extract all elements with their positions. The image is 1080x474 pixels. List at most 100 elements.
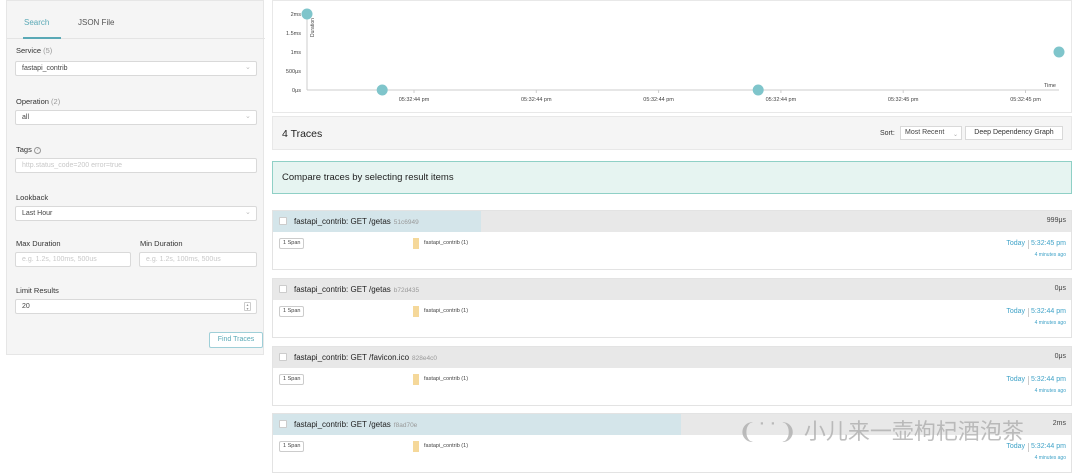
trace-item[interactable]: fastapi_contrib: GET /getas 51c6949 999μs 1…	[272, 210, 1072, 270]
trace-duration: 0μs	[1054, 285, 1066, 292]
max-duration-input[interactable]: e.g. 1.2s, 100ms, 500us	[15, 252, 131, 267]
trace-id: 51c6949	[393, 219, 419, 226]
question-circle-icon[interactable]: ?	[33, 146, 41, 154]
trace-relative-time: 4 minutes ago	[1034, 252, 1066, 258]
data-point	[301, 8, 313, 20]
trace-start-time: 5:32:45 pm	[1030, 240, 1066, 247]
trace-title[interactable]: fastapi_contrib: GET /getas b72d435	[294, 285, 419, 294]
service-tag: fastapi_contrib (1)	[413, 441, 468, 452]
data-point	[1053, 46, 1065, 58]
chevron-down-icon: ⌄	[952, 132, 958, 138]
watermark: ❨˙˙❩ 小儿来一壶枸杞酒泡茶	[738, 420, 1024, 445]
tags-label: Tags ?	[16, 145, 41, 154]
trace-name: fastapi_contrib: GET /favicon.ico	[294, 353, 410, 362]
service-tag: fastapi_contrib (1)	[413, 374, 468, 385]
divider	[1028, 376, 1029, 385]
lookback-select[interactable]: Last Hour ⌄	[15, 206, 257, 221]
chevron-down-icon: ⌄	[245, 64, 251, 71]
sort-select[interactable]: Most Recent ⌄	[900, 126, 962, 140]
trace-count: 4 Traces	[282, 128, 323, 140]
trace-start-time: 5:32:44 pm	[1030, 308, 1066, 315]
trace-relative-time: 4 minutes ago	[1034, 388, 1066, 394]
trace-relative-time: 4 minutes ago	[1034, 455, 1066, 461]
y-axis-label: Duration	[310, 18, 316, 37]
y-tick-label: 1.5ms	[286, 31, 301, 37]
trace-duration: 999μs	[1046, 217, 1066, 224]
trace-select-checkbox[interactable]	[279, 217, 287, 225]
trace-duration: 2ms	[1052, 420, 1066, 427]
tab-json-file[interactable]: JSON File	[78, 18, 114, 27]
tags-input[interactable]: http.status_code=200 error=true	[15, 158, 257, 173]
trace-item[interactable]: fastapi_contrib: GET /favicon.ico 828e4c0…	[272, 346, 1072, 406]
x-tick-label: 05:32:45 pm	[1010, 97, 1041, 103]
operation-select[interactable]: all ⌄	[15, 110, 257, 125]
trace-select-checkbox[interactable]	[279, 285, 287, 293]
trace-start-time: 5:32:44 pm	[1030, 376, 1066, 383]
trace-title[interactable]: fastapi_contrib: GET /getas 51c6949	[294, 217, 419, 226]
service-select[interactable]: fastapi_contrib ⌄	[15, 61, 257, 76]
lookback-label: Lookback	[16, 193, 49, 202]
trace-item-header[interactable]: fastapi_contrib: GET /getas 51c6949 999μs	[273, 211, 1071, 232]
x-tick-label: 05:32:45 pm	[888, 97, 919, 103]
trace-title[interactable]: fastapi_contrib: GET /favicon.ico 828e4c0	[294, 353, 437, 362]
y-tick-label: 0μs	[292, 88, 301, 94]
trace-select-checkbox[interactable]	[279, 420, 287, 428]
min-duration-input[interactable]: e.g. 1.2s, 100ms, 500us	[139, 252, 257, 267]
trace-id: 828e4c0	[412, 355, 437, 362]
chat-bubble-icon: ❨˙˙❩	[738, 420, 797, 445]
x-tick-label: 05:32:44 pm	[766, 97, 797, 103]
chevron-down-icon: ⌄	[245, 113, 251, 120]
span-count-badge: 1 Span	[279, 374, 305, 385]
trace-name: fastapi_contrib: GET /getas	[294, 217, 391, 226]
trace-start-time: 5:32:44 pm	[1030, 443, 1066, 450]
search-tabs: Search JSON File	[7, 1, 265, 39]
y-tick-label: 1ms	[291, 50, 302, 56]
data-point	[376, 84, 388, 96]
min-duration-label: Min Duration	[140, 239, 183, 248]
limit-results-input[interactable]: 20 ▴ ▾	[15, 299, 257, 314]
scatter-plot: 2ms 1.5ms 1ms 500μs 0μs Duration Time 05:32:44 …	[286, 8, 1065, 103]
trace-select-checkbox[interactable]	[279, 353, 287, 361]
trace-item-header[interactable]: fastapi_contrib: GET /favicon.ico 828e4c0…	[273, 347, 1071, 368]
y-tick-label: 2ms	[291, 12, 302, 18]
trace-title[interactable]: fastapi_contrib: GET /getas f8ad70e	[294, 420, 417, 429]
x-axis-label: Time	[1044, 83, 1056, 89]
stepper-icon[interactable]: ▴ ▾	[244, 302, 251, 311]
trace-name: fastapi_contrib: GET /getas	[294, 285, 391, 294]
x-tick-label: 05:32:44 pm	[643, 97, 674, 103]
tab-search[interactable]: Search	[23, 18, 61, 39]
results-header: 4 Traces Sort: Most Recent ⌄ Deep Depende…	[272, 116, 1072, 150]
limit-results-label: Limit Results	[16, 286, 59, 295]
sort-label: Sort:	[880, 130, 895, 137]
chevron-down-icon: ⌄	[245, 209, 251, 216]
y-tick-label: 500μs	[286, 69, 301, 75]
trace-relative-time: 4 minutes ago	[1034, 320, 1066, 326]
trace-day: Today	[1006, 376, 1025, 383]
trace-name: fastapi_contrib: GET /getas	[294, 420, 391, 429]
divider	[1028, 308, 1029, 317]
deep-dependency-graph-button[interactable]: Deep Dependency Graph	[965, 126, 1063, 140]
trace-day: Today	[1006, 308, 1025, 315]
service-label: Service (5)	[16, 46, 53, 55]
search-panel: Search JSON File Service (5) fastapi_con…	[6, 0, 265, 355]
service-tag: fastapi_contrib (1)	[413, 306, 468, 317]
trace-duration: 0μs	[1054, 353, 1066, 360]
data-point	[752, 84, 764, 96]
span-count-badge: 1 Span	[279, 238, 305, 249]
divider	[1028, 443, 1029, 452]
trace-day: Today	[1006, 240, 1025, 247]
max-duration-label: Max Duration	[16, 239, 61, 248]
trace-id: b72d435	[393, 287, 420, 294]
find-traces-button[interactable]: Find Traces	[209, 332, 263, 348]
trace-item-header[interactable]: fastapi_contrib: GET /getas b72d435 0μs	[273, 279, 1071, 300]
x-tick-label: 05:32:44 pm	[521, 97, 552, 103]
divider	[1028, 240, 1029, 249]
trace-scatter-chart: 2ms 1.5ms 1ms 500μs 0μs Duration Time 05:32:44 …	[272, 0, 1072, 113]
x-tick-label: 05:32:44 pm	[399, 97, 430, 103]
operation-label: Operation (2)	[16, 97, 61, 106]
service-tag: fastapi_contrib (1)	[413, 238, 468, 249]
trace-item[interactable]: fastapi_contrib: GET /getas b72d435 0μs 1 S…	[272, 278, 1072, 338]
span-count-badge: 1 Span	[279, 441, 305, 452]
compare-banner: Compare traces by selecting result items	[272, 161, 1072, 194]
span-count-badge: 1 Span	[279, 306, 305, 317]
